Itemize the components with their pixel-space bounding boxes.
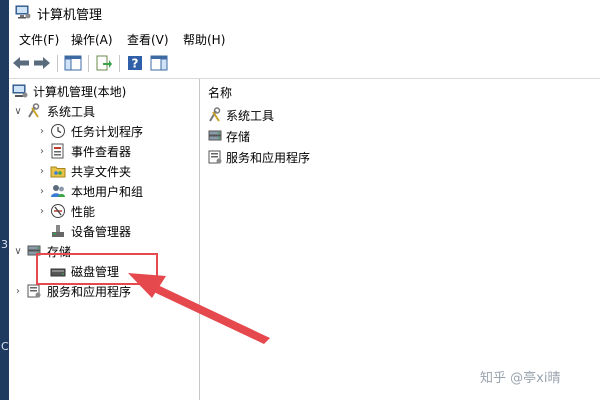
menu-view[interactable]: 查看(V) (127, 31, 169, 48)
title-bar: 计算机管理 (9, 0, 600, 26)
console-tree-pane: 计算机管理(本地) ∨ 系统工具 › 任务计划程序 › 事件查看器 › 共享文件… (9, 79, 200, 400)
chevron-right-icon[interactable]: › (35, 126, 49, 137)
tree-item-local-users-and-groups[interactable]: › 本地用户和组 (35, 181, 143, 201)
toolbar-separator (57, 55, 58, 72)
forward-arrow-icon[interactable] (32, 53, 52, 73)
chevron-down-icon[interactable]: ∨ (11, 246, 25, 257)
users-icon (49, 183, 67, 199)
list-item-services-and-applications[interactable]: 服务和应用程序 (206, 147, 310, 167)
tree-item-label: 事件查看器 (71, 144, 132, 159)
tree-item-label: 本地用户和组 (71, 184, 144, 199)
svg-text:?: ? (132, 57, 139, 71)
desktop-background-strip: 3 C (0, 0, 9, 400)
chevron-right-icon[interactable]: › (35, 206, 49, 217)
help-icon[interactable]: ? (125, 53, 145, 73)
chevron-right-icon[interactable]: › (35, 146, 49, 157)
tree-item-label: 磁盘管理 (71, 264, 120, 279)
list-item-label: 系统工具 (226, 108, 275, 123)
toolbar: ? (9, 50, 600, 79)
background-glyph: C (1, 340, 9, 353)
column-header-name[interactable]: 名称 (208, 84, 232, 101)
chevron-right-icon[interactable]: › (11, 286, 25, 297)
menu-action[interactable]: 操作(A) (71, 31, 113, 48)
tree-item-label: 服务和应用程序 (47, 284, 132, 299)
background-glyph: 3 (1, 238, 8, 251)
tree-item-label: 计算机管理(本地) (33, 84, 127, 99)
details-list-pane: 名称 系统工具 存储 服务和应用程序 (200, 79, 600, 400)
chevron-down-icon[interactable]: ∨ (11, 106, 25, 117)
export-list-icon[interactable] (94, 53, 114, 73)
tree-item-task-scheduler[interactable]: › 任务计划程序 (35, 121, 143, 141)
tree-item-performance[interactable]: › 性能 (35, 201, 95, 221)
storage-icon (25, 243, 43, 259)
tree-item-shared-folders[interactable]: › 共享文件夹 (35, 161, 131, 181)
computer-management-window: 计算机管理 文件(F) 操作(A) 查看(V) 帮助(H) ? 计算机管理(本地… (9, 0, 600, 400)
tree-item-disk-management[interactable]: 磁盘管理 (49, 261, 119, 281)
storage-icon (206, 128, 224, 144)
toolbar-separator (88, 55, 89, 72)
tree-item-label: 任务计划程序 (71, 124, 144, 139)
list-item-label: 服务和应用程序 (226, 150, 311, 165)
device-manager-icon (49, 223, 67, 239)
tree-item-label: 系统工具 (47, 104, 96, 119)
show-hide-console-tree-icon[interactable] (63, 53, 83, 73)
chevron-right-icon[interactable]: › (35, 166, 49, 177)
list-item-label: 存储 (226, 129, 251, 144)
computer-management-app-icon (15, 4, 31, 20)
tree-item-label: 共享文件夹 (71, 164, 132, 179)
services-icon (25, 283, 43, 299)
tree-item-services-and-applications[interactable]: › 服务和应用程序 (11, 281, 131, 301)
chevron-right-icon[interactable]: › (35, 186, 49, 197)
tree-item-label: 存储 (47, 244, 72, 259)
back-arrow-icon[interactable] (11, 53, 31, 73)
tree-item-system-tools[interactable]: ∨ 系统工具 (11, 101, 95, 121)
menu-bar: 文件(F) 操作(A) 查看(V) 帮助(H) (9, 27, 600, 49)
window-title: 计算机管理 (37, 8, 103, 23)
tree-item-label: 设备管理器 (71, 224, 132, 239)
tree-item-event-viewer[interactable]: › 事件查看器 (35, 141, 131, 161)
tree-item-device-manager[interactable]: 设备管理器 (49, 221, 131, 241)
clock-icon (49, 123, 67, 139)
tree-item-storage[interactable]: ∨ 存储 (11, 241, 71, 261)
tree-item-label: 性能 (71, 204, 96, 219)
performance-icon (49, 203, 67, 219)
list-item-storage[interactable]: 存储 (206, 126, 250, 146)
computer-management-icon (11, 83, 29, 99)
show-action-pane-icon[interactable] (149, 53, 169, 73)
list-item-system-tools[interactable]: 系统工具 (206, 105, 274, 125)
event-viewer-icon (49, 143, 67, 159)
tree-item-computer-management-local[interactable]: 计算机管理(本地) (11, 81, 126, 101)
tools-icon (25, 103, 43, 119)
toolbar-separator (119, 55, 120, 72)
watermark: 知乎 @亭xi晴 (480, 371, 561, 386)
tools-icon (206, 107, 224, 123)
disk-icon (49, 263, 67, 279)
menu-help[interactable]: 帮助(H) (183, 31, 225, 48)
menu-file[interactable]: 文件(F) (19, 31, 59, 48)
shared-folder-icon (49, 163, 67, 179)
services-icon (206, 149, 224, 165)
